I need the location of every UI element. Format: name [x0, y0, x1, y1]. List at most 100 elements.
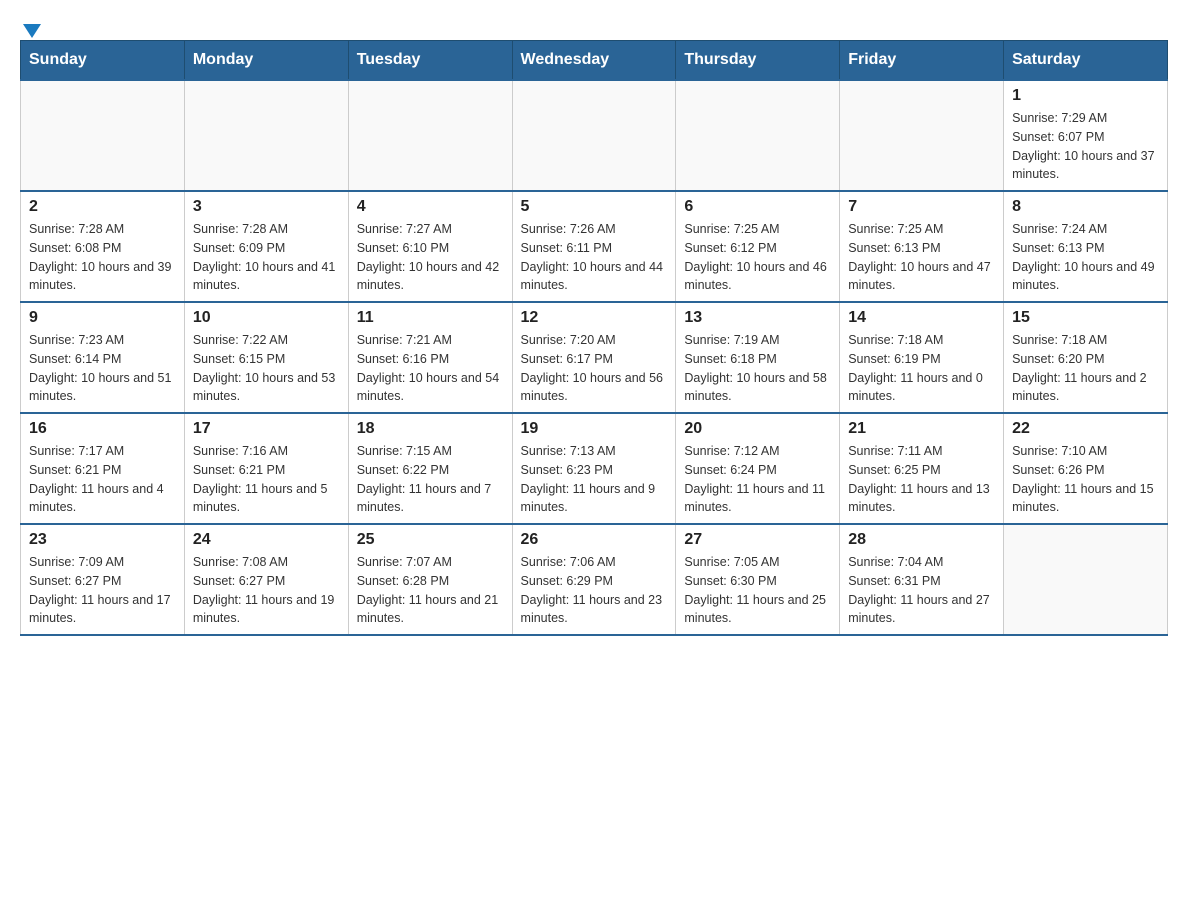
day-info: Sunrise: 7:20 AMSunset: 6:17 PMDaylight:…	[521, 331, 668, 406]
calendar-header-row: SundayMondayTuesdayWednesdayThursdayFrid…	[21, 41, 1168, 81]
day-info: Sunrise: 7:12 AMSunset: 6:24 PMDaylight:…	[684, 442, 831, 517]
day-number: 9	[29, 309, 176, 327]
calendar-cell	[184, 80, 348, 191]
day-number: 14	[848, 309, 995, 327]
calendar-cell: 9Sunrise: 7:23 AMSunset: 6:14 PMDaylight…	[21, 302, 185, 413]
day-of-week-header: Friday	[840, 41, 1004, 81]
day-number: 10	[193, 309, 340, 327]
calendar-cell: 19 Sunrise: 7:13 AMSunset: 6:23 PMDayligh…	[512, 413, 676, 524]
day-info: Sunrise: 7:25 AMSunset: 6:13 PMDaylight:…	[848, 220, 995, 295]
day-info: Sunrise: 7:26 AMSunset: 6:11 PMDaylight:…	[521, 220, 668, 295]
day-number: 7	[848, 198, 995, 216]
day-number: 8	[1012, 198, 1159, 216]
day-info: Sunrise: 7:28 AMSunset: 6:09 PMDaylight:…	[193, 220, 340, 295]
calendar-cell: 7 Sunrise: 7:25 AMSunset: 6:13 PMDaylight…	[840, 191, 1004, 302]
day-info: Sunrise: 7:09 AMSunset: 6:27 PMDaylight:…	[29, 553, 176, 628]
day-number: 11	[357, 309, 504, 327]
day-info: Sunrise: 7:16 AMSunset: 6:21 PMDaylight:…	[193, 442, 340, 517]
calendar-cell: 6 Sunrise: 7:25 AMSunset: 6:12 PMDaylight…	[676, 191, 840, 302]
calendar-cell: 1Sunrise: 7:29 AMSunset: 6:07 PMDaylight…	[1004, 80, 1168, 191]
day-info: Sunrise: 7:24 AMSunset: 6:13 PMDaylight:…	[1012, 220, 1159, 295]
calendar-cell	[840, 80, 1004, 191]
day-info: Sunrise: 7:18 AMSunset: 6:20 PMDaylight:…	[1012, 331, 1159, 406]
calendar-cell	[512, 80, 676, 191]
calendar-cell: 14 Sunrise: 7:18 AMSunset: 6:19 PMDayligh…	[840, 302, 1004, 413]
day-info: Sunrise: 7:08 AMSunset: 6:27 PMDaylight:…	[193, 553, 340, 628]
calendar-cell	[348, 80, 512, 191]
day-number: 18	[357, 420, 504, 438]
day-number: 6	[684, 198, 831, 216]
calendar-cell: 23 Sunrise: 7:09 AMSunset: 6:27 PMDayligh…	[21, 524, 185, 635]
day-of-week-header: Monday	[184, 41, 348, 81]
day-number: 28	[848, 531, 995, 549]
day-info: Sunrise: 7:04 AMSunset: 6:31 PMDaylight:…	[848, 553, 995, 628]
page-header	[20, 20, 1168, 30]
day-info: Sunrise: 7:17 AMSunset: 6:21 PMDaylight:…	[29, 442, 176, 517]
day-info: Sunrise: 7:18 AMSunset: 6:19 PMDaylight:…	[848, 331, 995, 406]
day-number: 23	[29, 531, 176, 549]
calendar-cell: 25Sunrise: 7:07 AMSunset: 6:28 PMDayligh…	[348, 524, 512, 635]
day-number: 16	[29, 420, 176, 438]
day-number: 15	[1012, 309, 1159, 327]
day-number: 13	[684, 309, 831, 327]
day-info: Sunrise: 7:21 AMSunset: 6:16 PMDaylight:…	[357, 331, 504, 406]
calendar-cell: 24Sunrise: 7:08 AMSunset: 6:27 PMDayligh…	[184, 524, 348, 635]
day-info: Sunrise: 7:22 AMSunset: 6:15 PMDaylight:…	[193, 331, 340, 406]
calendar-week-row: 23 Sunrise: 7:09 AMSunset: 6:27 PMDayligh…	[21, 524, 1168, 635]
calendar-table: SundayMondayTuesdayWednesdayThursdayFrid…	[20, 40, 1168, 636]
calendar-week-row: 16 Sunrise: 7:17 AMSunset: 6:21 PMDayligh…	[21, 413, 1168, 524]
day-info: Sunrise: 7:07 AMSunset: 6:28 PMDaylight:…	[357, 553, 504, 628]
calendar-cell: 13 Sunrise: 7:19 AMSunset: 6:18 PMDayligh…	[676, 302, 840, 413]
day-info: Sunrise: 7:28 AMSunset: 6:08 PMDaylight:…	[29, 220, 176, 295]
day-number: 26	[521, 531, 668, 549]
day-info: Sunrise: 7:11 AMSunset: 6:25 PMDaylight:…	[848, 442, 995, 517]
calendar-cell: 8 Sunrise: 7:24 AMSunset: 6:13 PMDaylight…	[1004, 191, 1168, 302]
calendar-cell	[1004, 524, 1168, 635]
calendar-cell: 12 Sunrise: 7:20 AMSunset: 6:17 PMDayligh…	[512, 302, 676, 413]
calendar-cell: 21 Sunrise: 7:11 AMSunset: 6:25 PMDayligh…	[840, 413, 1004, 524]
calendar-cell	[21, 80, 185, 191]
calendar-cell: 20 Sunrise: 7:12 AMSunset: 6:24 PMDayligh…	[676, 413, 840, 524]
day-number: 21	[848, 420, 995, 438]
day-info: Sunrise: 7:29 AMSunset: 6:07 PMDaylight:…	[1012, 109, 1159, 184]
calendar-cell: 11 Sunrise: 7:21 AMSunset: 6:16 PMDayligh…	[348, 302, 512, 413]
day-number: 5	[521, 198, 668, 216]
day-info: Sunrise: 7:25 AMSunset: 6:12 PMDaylight:…	[684, 220, 831, 295]
day-of-week-header: Tuesday	[348, 41, 512, 81]
calendar-cell: 16 Sunrise: 7:17 AMSunset: 6:21 PMDayligh…	[21, 413, 185, 524]
day-number: 2	[29, 198, 176, 216]
day-number: 3	[193, 198, 340, 216]
day-number: 4	[357, 198, 504, 216]
calendar-cell: 26Sunrise: 7:06 AMSunset: 6:29 PMDayligh…	[512, 524, 676, 635]
calendar-cell: 5 Sunrise: 7:26 AMSunset: 6:11 PMDaylight…	[512, 191, 676, 302]
day-number: 12	[521, 309, 668, 327]
logo-triangle-icon	[23, 24, 41, 38]
day-info: Sunrise: 7:13 AMSunset: 6:23 PMDaylight:…	[521, 442, 668, 517]
day-number: 20	[684, 420, 831, 438]
calendar-cell: 18 Sunrise: 7:15 AMSunset: 6:22 PMDayligh…	[348, 413, 512, 524]
day-number: 17	[193, 420, 340, 438]
calendar-cell: 2 Sunrise: 7:28 AMSunset: 6:08 PMDaylight…	[21, 191, 185, 302]
day-info: Sunrise: 7:19 AMSunset: 6:18 PMDaylight:…	[684, 331, 831, 406]
day-number: 27	[684, 531, 831, 549]
day-info: Sunrise: 7:15 AMSunset: 6:22 PMDaylight:…	[357, 442, 504, 517]
day-of-week-header: Saturday	[1004, 41, 1168, 81]
calendar-cell: 10 Sunrise: 7:22 AMSunset: 6:15 PMDayligh…	[184, 302, 348, 413]
day-of-week-header: Wednesday	[512, 41, 676, 81]
day-of-week-header: Thursday	[676, 41, 840, 81]
day-of-week-header: Sunday	[21, 41, 185, 81]
logo	[20, 20, 41, 30]
calendar-cell: 27 Sunrise: 7:05 AMSunset: 6:30 PMDayligh…	[676, 524, 840, 635]
calendar-cell: 17 Sunrise: 7:16 AMSunset: 6:21 PMDayligh…	[184, 413, 348, 524]
calendar-cell: 15 Sunrise: 7:18 AMSunset: 6:20 PMDayligh…	[1004, 302, 1168, 413]
day-number: 22	[1012, 420, 1159, 438]
day-info: Sunrise: 7:05 AMSunset: 6:30 PMDaylight:…	[684, 553, 831, 628]
calendar-week-row: 9Sunrise: 7:23 AMSunset: 6:14 PMDaylight…	[21, 302, 1168, 413]
day-info: Sunrise: 7:10 AMSunset: 6:26 PMDaylight:…	[1012, 442, 1159, 517]
day-number: 19	[521, 420, 668, 438]
calendar-cell: 4Sunrise: 7:27 AMSunset: 6:10 PMDaylight…	[348, 191, 512, 302]
calendar-week-row: 1Sunrise: 7:29 AMSunset: 6:07 PMDaylight…	[21, 80, 1168, 191]
calendar-cell	[676, 80, 840, 191]
calendar-cell: 22 Sunrise: 7:10 AMSunset: 6:26 PMDayligh…	[1004, 413, 1168, 524]
calendar-week-row: 2 Sunrise: 7:28 AMSunset: 6:08 PMDaylight…	[21, 191, 1168, 302]
